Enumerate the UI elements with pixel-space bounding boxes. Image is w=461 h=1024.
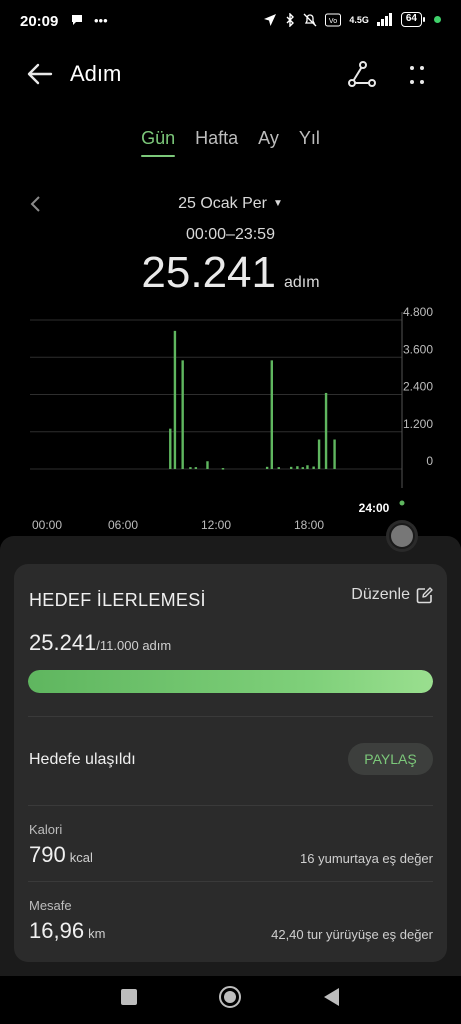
edit-goal-button[interactable]: Düzenle xyxy=(351,586,433,604)
step-unit: adım xyxy=(284,274,320,291)
location-arrow-icon xyxy=(264,13,277,26)
chart-bar xyxy=(324,392,328,469)
chart-bar xyxy=(194,467,198,469)
chart-bar xyxy=(333,439,336,469)
chart-bar xyxy=(206,461,209,469)
volte-icon: Vo xyxy=(325,13,342,26)
edit-label: Düzenle xyxy=(351,586,410,603)
goal-title: HEDEF İLERLEMESİ xyxy=(29,590,206,610)
goal-current: 25.241 xyxy=(29,630,97,655)
steps-chart[interactable]: 4.800 3.600 2.400 1.200 0 00:00 06:00 12:00 18:0… xyxy=(0,300,461,540)
calories-number: 790 xyxy=(29,842,66,867)
step-total: 25.241 adım xyxy=(0,248,461,298)
recent-apps-icon[interactable] xyxy=(121,989,137,1005)
step-count: 25.241 xyxy=(141,248,276,297)
more-notifications-icon: ••• xyxy=(94,13,108,28)
privacy-dot xyxy=(434,16,441,23)
tab-week[interactable]: Hafta xyxy=(195,128,238,157)
chart-bar xyxy=(317,439,321,469)
chart-bar xyxy=(221,468,225,470)
x-tick-label: 18:00 xyxy=(294,518,324,532)
y-tick-label: 2.400 xyxy=(403,380,433,394)
mute-bell-icon xyxy=(303,13,317,26)
calories-equivalent: 16 yumurtaya eş değer xyxy=(300,851,433,866)
y-tick-label: 0 xyxy=(426,454,433,468)
signal-icon xyxy=(376,13,392,26)
bluetooth-icon xyxy=(286,12,295,27)
page-title: Adım xyxy=(70,61,122,86)
edit-icon xyxy=(416,586,433,603)
distance-value: 16,96 km xyxy=(29,918,105,944)
divider xyxy=(28,805,433,806)
x-tick-label: 24:00 xyxy=(359,501,390,515)
svg-text:Vo: Vo xyxy=(329,18,337,25)
chart-bar xyxy=(306,465,309,469)
date-selector[interactable]: 25 Ocak Per ▼ xyxy=(0,195,461,213)
system-nav-bar xyxy=(0,976,461,1024)
y-tick-label: 1.200 xyxy=(403,417,433,431)
x-tick-label: 12:00 xyxy=(201,518,231,532)
chart-scrub-handle[interactable] xyxy=(389,523,415,549)
battery-indicator: 64 xyxy=(400,12,426,27)
tab-day[interactable]: Gün xyxy=(141,128,176,157)
chart-bar xyxy=(270,360,273,469)
date-label: 25 Ocak Per xyxy=(178,195,268,212)
distance-label: Mesafe xyxy=(29,898,72,913)
distance-equivalent: 42,40 tur yürüyüşe eş değer xyxy=(271,927,433,942)
goal-progress-fill xyxy=(28,670,433,693)
x-tick-label: 06:00 xyxy=(108,518,138,532)
nav-back-icon[interactable] xyxy=(321,986,341,1008)
time-range: 00:00–23:59 xyxy=(186,226,275,243)
calories-label: Kalori xyxy=(29,822,63,837)
share-button[interactable]: PAYLAŞ xyxy=(348,743,433,775)
chart-bar xyxy=(277,467,280,469)
chart-bar xyxy=(265,466,269,469)
chart-bar xyxy=(189,467,192,469)
chart-bar xyxy=(169,428,172,469)
share-nodes-icon[interactable] xyxy=(346,60,376,90)
chart-bar xyxy=(289,466,293,469)
status-time: 20:09 xyxy=(20,13,59,30)
network-type: 4.5G xyxy=(349,14,369,25)
period-tabs: Gün Hafta Ay Yıl xyxy=(0,128,461,157)
chart-bar xyxy=(312,466,315,469)
goal-progress-bar xyxy=(28,670,433,693)
y-tick-label: 3.600 xyxy=(403,342,433,356)
tab-month[interactable]: Ay xyxy=(258,128,279,157)
goal-card: HEDEF İLERLEMESİ Düzenle 25.241/11.000 a… xyxy=(14,564,447,962)
chart-bar xyxy=(173,330,177,469)
chart-bar xyxy=(181,360,184,469)
caret-down-icon: ▼ xyxy=(273,198,283,209)
x-tick-label: 00:00 xyxy=(32,518,62,532)
distance-number: 16,96 xyxy=(29,918,85,943)
app-bar: Adım xyxy=(0,52,461,96)
goal-reached-label: Hedefe ulaşıldı xyxy=(29,751,136,768)
arrow-left-icon[interactable] xyxy=(24,58,56,90)
tab-year[interactable]: Yıl xyxy=(299,128,320,157)
goal-progress-text: 25.241/11.000 adım xyxy=(29,630,171,656)
divider xyxy=(28,716,433,717)
calories-unit: kcal xyxy=(69,850,93,865)
goal-target: /11.000 adım xyxy=(96,638,172,653)
divider xyxy=(28,881,433,882)
chart-bar xyxy=(296,466,299,469)
more-dots-icon[interactable] xyxy=(402,60,432,90)
chat-bubble-icon xyxy=(72,15,82,25)
current-point-dot xyxy=(399,500,405,506)
distance-unit: km xyxy=(88,926,106,941)
calories-value: 790 kcal xyxy=(29,842,93,868)
home-icon[interactable] xyxy=(218,985,242,1009)
y-tick-label: 4.800 xyxy=(403,305,433,319)
chart-bar xyxy=(301,467,304,469)
status-bar: 20:09 ••• Vo 4.5G 64 xyxy=(0,0,461,44)
